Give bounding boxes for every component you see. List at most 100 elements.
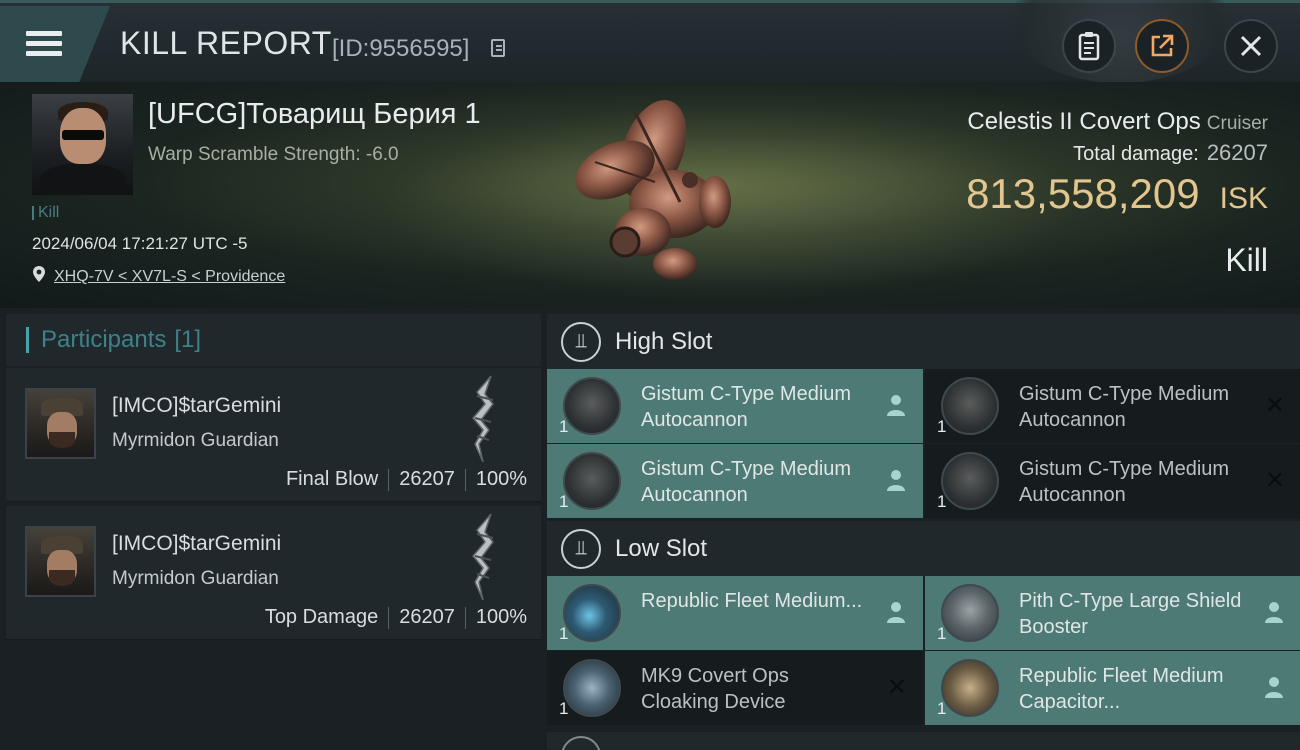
- page-title: KILL REPORT: [120, 25, 332, 61]
- participant-stats: Final Blow 26207 100%: [286, 468, 527, 491]
- low-slot-label: Low Slot: [615, 535, 708, 562]
- module-item[interactable]: 1 Republic Fleet Medium Capacitor...: [925, 651, 1300, 725]
- high-slot-icon: [561, 322, 601, 362]
- person-icon: [1265, 677, 1283, 698]
- participant-card[interactable]: [IMCO]$tarGemini Myrmidon Guardian Final…: [6, 368, 541, 502]
- module-name: MK9 Covert Ops Cloaking Device: [641, 665, 789, 713]
- person-icon: [1265, 602, 1283, 623]
- participants-header[interactable]: Participants [1]: [6, 314, 541, 366]
- participant-avatar[interactable]: [25, 388, 96, 459]
- share-button[interactable]: [1135, 19, 1189, 73]
- module-qty: 1: [937, 699, 947, 718]
- participant-percent: 100%: [475, 468, 527, 490]
- module-item[interactable]: 1 Gistum C-Type Medium Autocannon: [547, 444, 923, 518]
- module-item[interactable]: 1 Pith C-Type Large Shield Booster: [925, 576, 1300, 650]
- participant-ship: Myrmidon Guardian: [112, 568, 279, 589]
- module-name: Pith C-Type Large Shield Booster: [1019, 590, 1242, 638]
- destroyed-x-icon: ✕: [1264, 391, 1285, 419]
- isk-unit: ISK: [1219, 182, 1268, 215]
- ship-icon: [472, 375, 494, 463]
- module-qty: 1: [559, 492, 569, 511]
- participants-label: Participants: [41, 326, 167, 353]
- participant-ship: Myrmidon Guardian: [112, 430, 279, 451]
- low-slot-icon: [561, 529, 601, 569]
- participant-avatar[interactable]: [25, 526, 96, 597]
- participants-panel: Participants [1] [IMCO]$tarGemini Myrmid…: [0, 308, 541, 750]
- module-qty: 1: [559, 417, 569, 436]
- location-link[interactable]: XHQ-7V < XV7L-S < Providence: [54, 268, 285, 286]
- accent-bar: [26, 327, 29, 353]
- capacitor-icon: [941, 659, 999, 717]
- module-name: Gistum C-Type Medium Autocannon: [641, 383, 852, 431]
- destroyed-x-icon: ✕: [1264, 466, 1285, 494]
- high-slot-header: High Slot: [547, 314, 1300, 370]
- participant-damage: 26207: [399, 468, 455, 490]
- isk-value-line: 813,558,209 ISK: [966, 170, 1268, 218]
- module-name: Republic Fleet Medium...: [641, 590, 863, 612]
- menu-button[interactable]: [0, 6, 110, 82]
- participant-damage: 26207: [399, 606, 455, 628]
- cloak-icon: [563, 659, 621, 717]
- kill-result: Kill: [1225, 242, 1268, 278]
- module-qty: 1: [937, 624, 947, 643]
- person-icon: [887, 602, 905, 623]
- participants-count: [1]: [174, 326, 202, 353]
- ship-class: Cruiser: [1206, 113, 1268, 134]
- ship-render: [575, 100, 731, 280]
- module-item[interactable]: 1 Republic Fleet Medium...: [547, 576, 923, 650]
- low-slot-header: Low Slot: [547, 521, 1300, 577]
- share-icon: [1151, 34, 1174, 57]
- module-qty: 1: [559, 699, 569, 718]
- location-pin-icon: [33, 266, 45, 282]
- module-qty: 1: [937, 417, 947, 436]
- top-bar: KILL REPORT [ID:9556595]: [0, 0, 1300, 83]
- participant-percent: 100%: [475, 606, 527, 628]
- close-button[interactable]: [1224, 19, 1278, 73]
- total-damage: Total damage: 26207: [1073, 140, 1268, 166]
- person-icon: [887, 395, 905, 416]
- module-qty: 1: [937, 492, 947, 511]
- module-item[interactable]: 1 Gistum C-Type Medium Autocannon ✕: [925, 369, 1300, 443]
- autocannon-icon: [563, 377, 621, 435]
- participant-role: Top Damage: [264, 606, 379, 628]
- participant-stats: Top Damage 26207 100%: [265, 606, 527, 629]
- kill-tag: Kill: [32, 204, 59, 222]
- booster-icon: [563, 584, 621, 642]
- fitting-panel: High Slot 1 Gistum C-Type Medium Autocan…: [541, 308, 1300, 750]
- autocannon-icon: [941, 377, 999, 435]
- module-item[interactable]: 1 Gistum C-Type Medium Autocannon ✕: [925, 444, 1300, 518]
- victim-avatar[interactable]: [32, 94, 133, 195]
- ship-icon: [472, 513, 494, 601]
- slot-icon: [561, 736, 601, 750]
- module-name: Gistum C-Type Medium Autocannon: [1019, 458, 1230, 506]
- clipboard-icon: [1078, 32, 1100, 61]
- copy-icon[interactable]: [491, 39, 505, 57]
- total-damage-value: 26207: [1206, 140, 1268, 165]
- high-slot-label: High Slot: [615, 328, 713, 355]
- participant-card[interactable]: [IMCO]$tarGemini Myrmidon Guardian Top D…: [6, 506, 541, 640]
- ship-type: Celestis II Covert Ops Cruiser: [967, 108, 1268, 136]
- clipboard-button[interactable]: [1062, 19, 1116, 73]
- kill-banner: [UFCG]Товарищ Берия 1 Warp Scramble Stre…: [0, 82, 1300, 308]
- hamburger-icon: [26, 31, 62, 57]
- module-qty: 1: [559, 624, 569, 643]
- warp-scramble-strength: Warp Scramble Strength: -6.0: [148, 144, 399, 165]
- autocannon-icon: [941, 452, 999, 510]
- shield-icon: [941, 584, 999, 642]
- victim-name: [UFCG]Товарищ Берия 1: [148, 98, 481, 130]
- module-name: Gistum C-Type Medium Autocannon: [641, 458, 852, 506]
- person-icon: [887, 470, 905, 491]
- participant-role: Final Blow: [285, 468, 379, 490]
- autocannon-icon: [563, 452, 621, 510]
- close-icon: [1240, 35, 1262, 57]
- destroyed-x-icon: ✕: [886, 673, 907, 701]
- next-slot-header-peek: [547, 732, 1300, 750]
- module-name: Gistum C-Type Medium Autocannon: [1019, 383, 1230, 431]
- module-item[interactable]: 1 MK9 Covert Ops Cloaking Device ✕: [547, 651, 923, 725]
- module-item[interactable]: 1 Gistum C-Type Medium Autocannon: [547, 369, 923, 443]
- report-id: [ID:9556595]: [332, 35, 470, 62]
- module-name: Republic Fleet Medium Capacitor...: [1019, 665, 1224, 713]
- total-damage-label: Total damage:: [1073, 143, 1199, 165]
- planet-decoration: [1000, 0, 1240, 83]
- participant-name: [IMCO]$tarGemini: [112, 532, 282, 555]
